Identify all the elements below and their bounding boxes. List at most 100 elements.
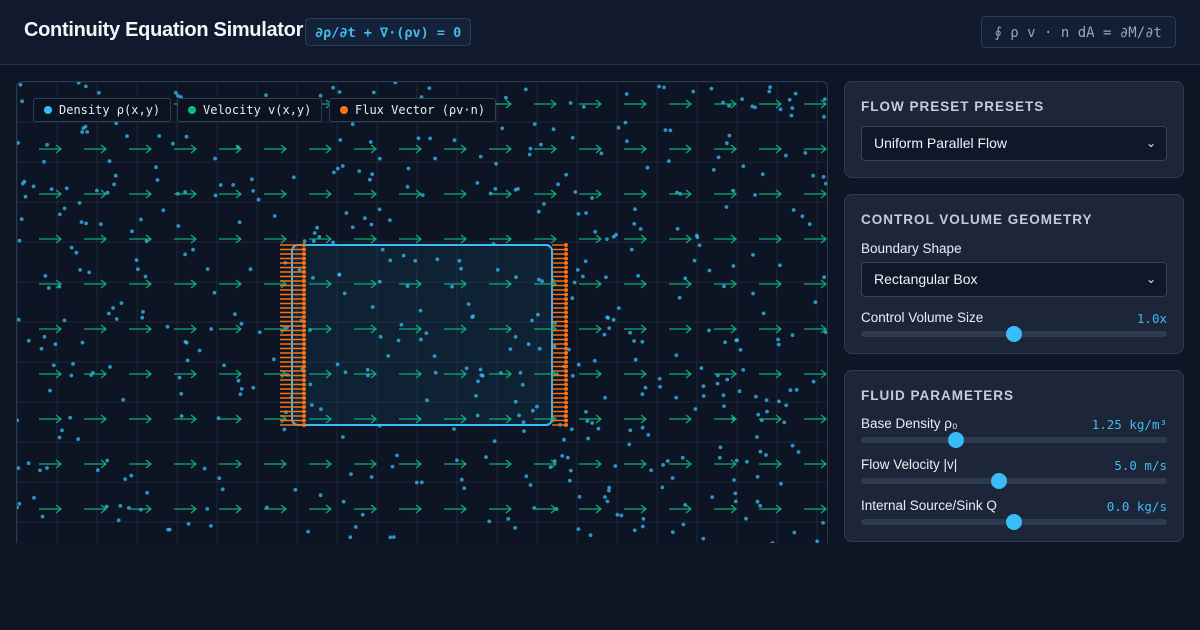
density-particle (107, 159, 112, 164)
volume-size-slider[interactable] (861, 326, 1167, 342)
volume-size-thumb[interactable] (1006, 326, 1022, 342)
density-particle (183, 340, 188, 344)
density-particle (640, 425, 645, 430)
density-particle (191, 247, 196, 252)
density-particle (670, 530, 675, 535)
density-particle (494, 161, 498, 166)
density-particle (165, 324, 170, 329)
density-particle (718, 445, 723, 450)
density-particle (611, 317, 616, 322)
density-particle (71, 362, 75, 366)
density-particle (592, 358, 597, 363)
density-particle (663, 128, 668, 132)
velocity-arrow (84, 189, 108, 199)
velocity-arrow (39, 414, 63, 424)
density-particle (616, 125, 621, 130)
density-particle (764, 398, 769, 402)
density-particle (302, 239, 307, 244)
flow-velocity-thumb[interactable] (990, 473, 1007, 489)
density-particle (613, 464, 618, 468)
density-particle (707, 328, 711, 333)
density-particle (60, 428, 64, 433)
flow-preset-select[interactable]: Uniform Parallel Flow ⌄ (861, 126, 1167, 161)
flux-vector-head (302, 382, 306, 387)
density-swatch-icon (44, 106, 52, 114)
velocity-arrow (669, 144, 693, 154)
flow-visualization-canvas[interactable]: Density ρ(x,y) Velocity v(x,y) Flux Vect… (16, 81, 828, 543)
density-particle (628, 330, 632, 335)
density-particle (239, 321, 244, 326)
density-particle (605, 237, 609, 242)
density-particle (250, 177, 254, 182)
density-particle (217, 476, 222, 481)
density-particle (118, 504, 123, 508)
density-particle (764, 453, 768, 457)
density-particle (264, 93, 268, 97)
flux-vector-head (564, 378, 568, 382)
velocity-arrow (579, 459, 603, 469)
velocity-arrow (714, 504, 738, 514)
velocity-arrow (759, 459, 783, 469)
flux-vector-head (302, 243, 306, 247)
density-particle (49, 187, 54, 191)
density-particle (532, 122, 537, 126)
flux-vector-head (564, 256, 568, 261)
velocity-arrow (129, 414, 153, 424)
density-particle (87, 270, 92, 275)
flux-vector-head (564, 274, 568, 279)
density-particle (17, 141, 20, 145)
density-particle (79, 220, 84, 225)
boundary-shape-select[interactable]: Rectangular Box ⌄ (861, 262, 1167, 297)
base-density-thumb[interactable] (947, 432, 964, 448)
density-particle (315, 225, 319, 230)
flux-vector-head (564, 373, 568, 378)
density-particle (155, 178, 160, 182)
density-particle (633, 357, 638, 362)
density-particle (139, 217, 143, 222)
density-particle (257, 330, 262, 335)
velocity-arrow (129, 369, 153, 379)
fluid-parameters-panel: Fluid Parameters Base Density ρ₀ 1.25 kg… (844, 370, 1184, 542)
density-particle (344, 211, 349, 215)
density-particle (312, 231, 317, 235)
velocity-arrow (39, 504, 63, 514)
velocity-arrow (804, 324, 827, 334)
density-particle (756, 412, 761, 417)
density-particle (125, 134, 129, 138)
flux-vector-head (302, 387, 306, 391)
app-header: Continuity Equation Simulator ∂ρ/∂t + ∇·… (0, 0, 1200, 65)
integral-form-badge: ∮ ρ v · n dA = ∂M/∂t (980, 16, 1176, 48)
density-particle (636, 274, 640, 278)
flux-vector-head (564, 391, 568, 396)
flow-velocity-slider[interactable] (861, 473, 1167, 489)
density-particle (727, 133, 732, 138)
velocity-arrow (444, 459, 468, 469)
velocity-arrow (219, 144, 243, 154)
velocity-arrow (624, 144, 648, 154)
source-sink-thumb[interactable] (1006, 514, 1022, 530)
app-title: Continuity Equation Simulator (24, 19, 304, 41)
density-particle (341, 499, 346, 504)
density-particle (161, 208, 166, 213)
base-density-slider[interactable] (861, 432, 1167, 448)
density-particle (662, 85, 666, 90)
source-sink-slider[interactable] (861, 514, 1167, 530)
density-particle (119, 301, 124, 305)
density-particle (646, 433, 651, 437)
density-particle (176, 224, 181, 228)
density-particle (113, 173, 118, 178)
flux-vector-head (564, 292, 568, 297)
velocity-arrow (624, 504, 648, 514)
velocity-arrow (804, 369, 827, 379)
velocity-arrow (219, 189, 243, 199)
density-particle (599, 151, 604, 156)
density-particle (723, 340, 727, 345)
flux-vector-head (564, 315, 568, 319)
density-particle (615, 512, 620, 517)
density-particle (271, 357, 276, 362)
legend-density-label: Density ρ(x,y) (59, 103, 161, 117)
flux-vector-head (564, 310, 568, 315)
velocity-arrow (399, 459, 423, 469)
density-particle (657, 84, 661, 89)
flux-vector-head (564, 355, 568, 360)
